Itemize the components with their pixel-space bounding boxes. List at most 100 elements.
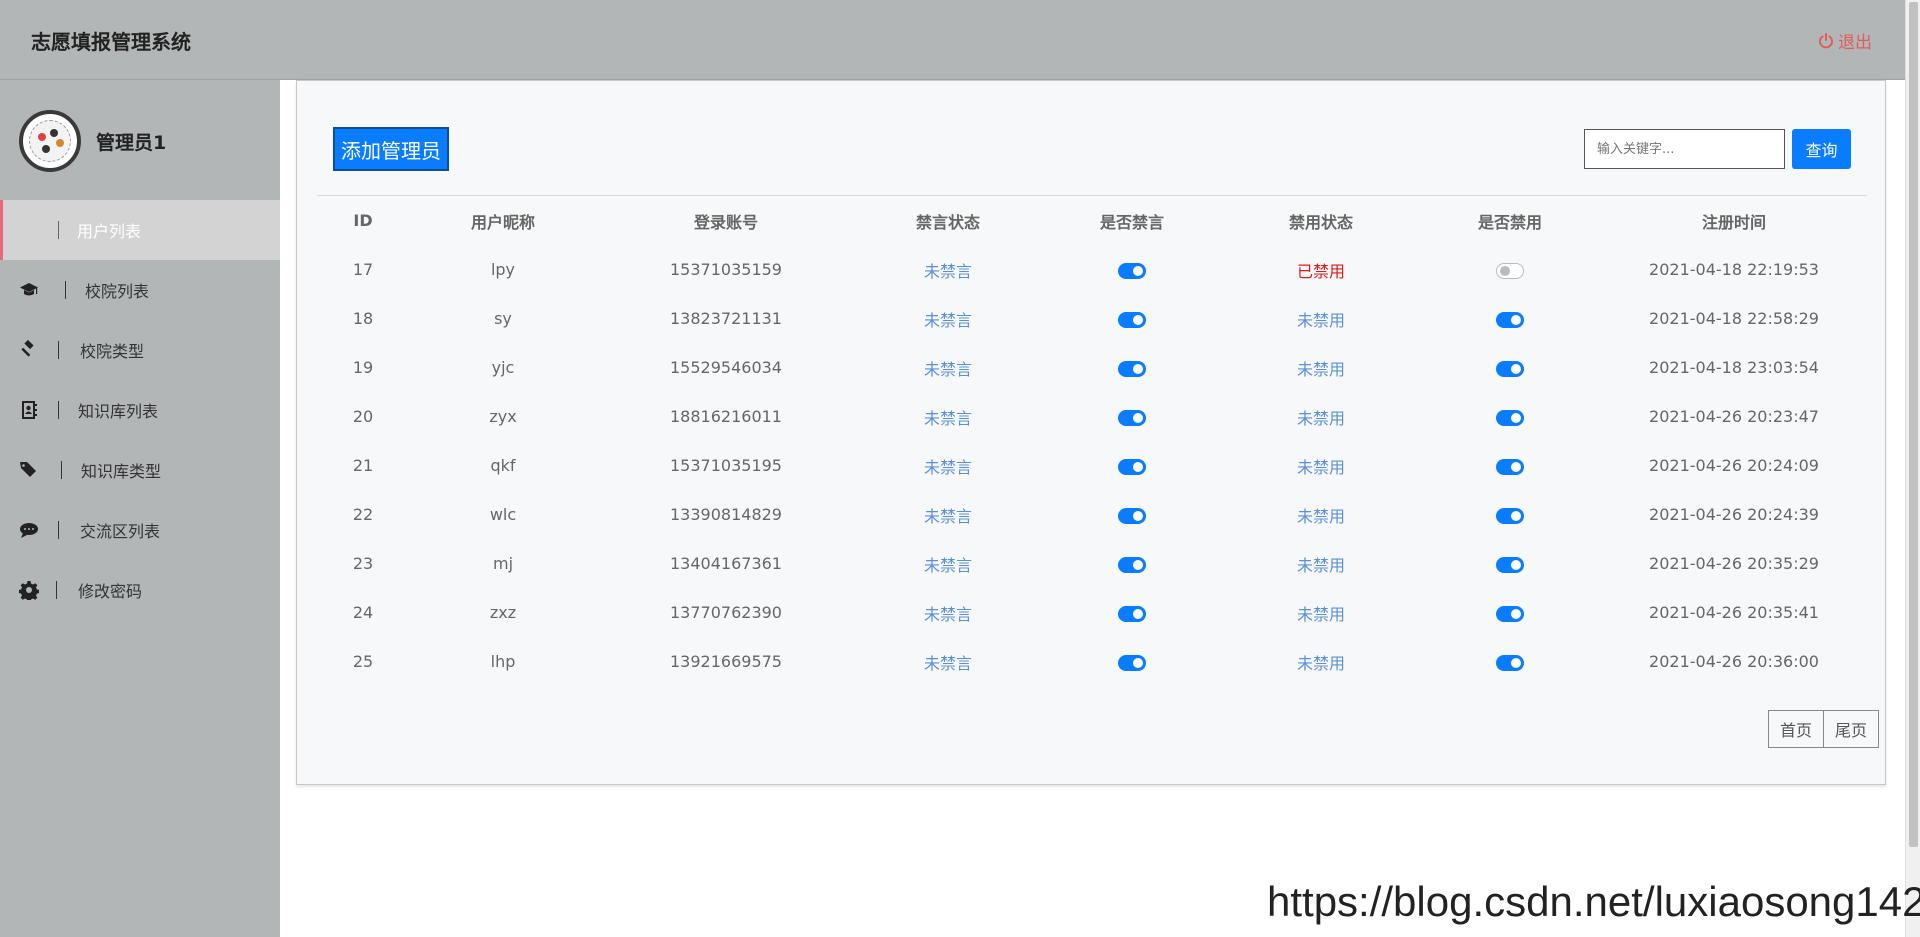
search-input[interactable] xyxy=(1584,129,1785,169)
sidebar-item-label: 校院列表 xyxy=(85,282,150,301)
profile: 管理员1 xyxy=(19,110,166,172)
sidebar-item-label: 知识库列表 xyxy=(78,402,159,421)
cell-nickname: sy xyxy=(494,309,512,328)
column-header: 是否禁用 xyxy=(1477,212,1542,232)
mute-toggle[interactable] xyxy=(1118,556,1146,573)
cell-nickname: zxz xyxy=(489,603,517,622)
cell-account: 13770762390 xyxy=(670,603,782,622)
cell-ban-status: 未禁用 xyxy=(1296,604,1345,624)
cell-register-time: 2021-04-18 23:03:54 xyxy=(1649,358,1819,377)
cell-nickname: lhp xyxy=(490,652,516,671)
sidebar-item-school-list[interactable]: 校院列表 xyxy=(0,260,280,320)
cell-id: 21 xyxy=(352,456,374,475)
gear-icon xyxy=(19,580,39,600)
table-row: 19 yjc 15529546034 未禁言 未禁用 2021-04-18 23:03:5… xyxy=(317,343,1867,392)
ban-toggle[interactable] xyxy=(1496,654,1524,671)
cell-id: 24 xyxy=(352,603,374,622)
user-table: ID 用户昵称 登录账号 禁言状态 是否禁言 禁用状态 是否禁用 注册时间 17… xyxy=(317,196,1867,686)
cell-mute-toggle xyxy=(1041,260,1223,279)
sidebar-item-user-list[interactable]: 用户列表 xyxy=(0,200,280,260)
cell-nickname: yjc xyxy=(491,358,515,377)
sidebar-item-knowledge-type[interactable]: 知识库类型 xyxy=(0,440,280,500)
address-book-icon xyxy=(19,400,39,420)
first-page-button[interactable]: 首页 xyxy=(1768,710,1825,748)
nav-separator xyxy=(58,401,59,419)
cell-ban-toggle xyxy=(1419,407,1601,426)
add-admin-button[interactable]: 添加管理员 xyxy=(333,127,449,171)
sidebar-item-knowledge-list[interactable]: 知识库列表 xyxy=(0,380,280,440)
cell-ban-status: 未禁用 xyxy=(1296,408,1345,428)
table-row: 22 wlc 13390814829 未禁言 未禁用 2021-04-26 20:24:3… xyxy=(317,490,1867,539)
cell-ban-status: 未禁用 xyxy=(1296,653,1345,673)
logout-button[interactable]: 退出 xyxy=(1818,28,1872,53)
ban-toggle[interactable] xyxy=(1496,605,1524,622)
logout-label: 退出 xyxy=(1838,33,1872,53)
scrollbar-thumb[interactable] xyxy=(1909,2,1918,847)
sidebar-item-label: 修改密码 xyxy=(78,582,143,601)
sidebar-item-school-type[interactable]: 校院类型 xyxy=(0,320,280,380)
nav-separator xyxy=(56,581,57,599)
sidebar-item-label: 校院类型 xyxy=(80,342,145,361)
ban-toggle[interactable] xyxy=(1496,409,1524,426)
ban-toggle[interactable] xyxy=(1496,360,1524,377)
mute-toggle[interactable] xyxy=(1118,507,1146,524)
cell-register-time: 2021-04-26 20:36:00 xyxy=(1649,652,1819,671)
ban-toggle[interactable] xyxy=(1496,311,1524,328)
table-body: 17 lpy 15371035159 未禁言 已禁用 2021-04-18 22:19:5… xyxy=(317,245,1867,686)
mute-toggle[interactable] xyxy=(1118,262,1146,279)
cell-id: 17 xyxy=(352,260,374,279)
cell-mute-toggle xyxy=(1041,652,1223,671)
cell-register-time: 2021-04-26 20:35:29 xyxy=(1649,554,1819,573)
app-title: 志愿填报管理系统 xyxy=(31,30,191,54)
user-list-card: 添加管理员 查询 ID 用户昵称 登录账号 禁言状态 是否禁言 禁用状态 是否禁… xyxy=(296,80,1886,785)
mute-toggle[interactable] xyxy=(1118,458,1146,475)
search-button[interactable]: 查询 xyxy=(1792,129,1851,169)
gavel-icon xyxy=(19,340,39,360)
cell-id: 23 xyxy=(352,554,374,573)
mute-toggle[interactable] xyxy=(1118,654,1146,671)
nav-separator xyxy=(61,461,62,479)
page-scrollbar[interactable] xyxy=(1905,0,1920,937)
ban-toggle[interactable] xyxy=(1496,458,1524,475)
cell-nickname: zyx xyxy=(489,407,517,426)
cell-mute-toggle xyxy=(1041,505,1223,524)
table-row: 17 lpy 15371035159 未禁言 已禁用 2021-04-18 22:19:5… xyxy=(317,245,1867,294)
ban-toggle[interactable] xyxy=(1496,507,1524,524)
mute-toggle[interactable] xyxy=(1118,409,1146,426)
mute-toggle[interactable] xyxy=(1118,311,1146,328)
cell-register-time: 2021-04-26 20:35:41 xyxy=(1649,603,1819,622)
mute-toggle[interactable] xyxy=(1118,605,1146,622)
cell-mute-status: 未禁言 xyxy=(923,604,972,624)
mute-toggle[interactable] xyxy=(1118,360,1146,377)
cell-id: 19 xyxy=(352,358,374,377)
cell-nickname: wlc xyxy=(489,505,517,524)
tags-icon xyxy=(19,460,39,480)
comment-icon xyxy=(19,520,39,540)
table-row: 23 mj 13404167361 未禁言 未禁用 2021-04-26 20:35:29 xyxy=(317,539,1867,588)
cell-ban-toggle xyxy=(1419,456,1601,475)
cell-ban-toggle xyxy=(1419,260,1601,279)
cell-ban-toggle xyxy=(1419,603,1601,622)
cell-register-time: 2021-04-26 20:24:09 xyxy=(1649,456,1819,475)
cell-ban-status: 未禁用 xyxy=(1296,555,1345,575)
cell-ban-status: 未禁用 xyxy=(1296,310,1345,330)
sidebar-nav: 用户列表 校院列表 校院类型 知识库列表 知识库类型 交流区列表 修改密码 xyxy=(0,200,280,620)
cell-account: 15371035159 xyxy=(670,260,782,279)
cell-id: 20 xyxy=(352,407,374,426)
cell-mute-toggle xyxy=(1041,358,1223,377)
cell-mute-status: 未禁言 xyxy=(923,359,972,379)
sidebar-item-change-password[interactable]: 修改密码 xyxy=(0,560,280,620)
cell-account: 13390814829 xyxy=(670,505,782,524)
column-header: 用户昵称 xyxy=(470,212,535,232)
watermark: https://blog.csdn.net/luxiaosong1425 xyxy=(1267,878,1920,925)
cell-account: 15371035195 xyxy=(670,456,782,475)
table-row: 24 zxz 13770762390 未禁言 未禁用 2021-04-26 20:35:4… xyxy=(317,588,1867,637)
ban-toggle[interactable] xyxy=(1496,262,1524,279)
avatar xyxy=(19,110,81,172)
cell-account: 13404167361 xyxy=(670,554,782,573)
cell-mute-status: 未禁言 xyxy=(923,506,972,526)
cell-mute-toggle xyxy=(1041,603,1223,622)
sidebar-item-forum-list[interactable]: 交流区列表 xyxy=(0,500,280,560)
ban-toggle[interactable] xyxy=(1496,556,1524,573)
last-page-button[interactable]: 尾页 xyxy=(1824,710,1880,748)
